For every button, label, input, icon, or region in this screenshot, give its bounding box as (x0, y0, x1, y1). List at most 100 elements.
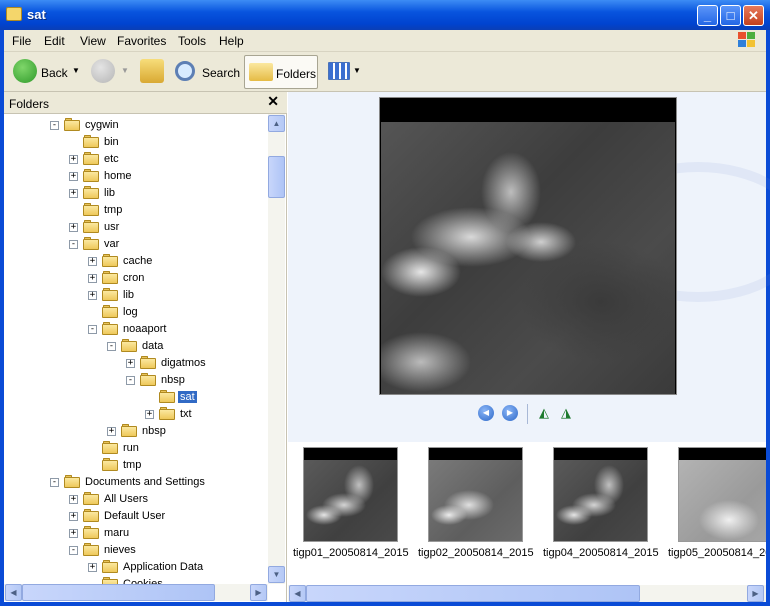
image-preview[interactable] (379, 97, 677, 395)
tree-node[interactable]: + cache (4, 253, 268, 270)
menu-help[interactable]: Help (219, 34, 244, 48)
tree-node[interactable]: sat (4, 389, 268, 406)
tree-node[interactable]: - noaaport (4, 321, 268, 338)
folder-icon (83, 237, 99, 250)
next-image-icon[interactable]: ▶ (502, 405, 518, 421)
expand-icon[interactable]: + (126, 359, 135, 368)
views-button[interactable]: ▼ (326, 55, 361, 89)
maximize-button[interactable]: □ (720, 5, 741, 26)
tree-node[interactable]: + home (4, 168, 268, 185)
rotate-counterclockwise-icon[interactable]: ◮ (557, 405, 575, 421)
tree-node[interactable]: - nbsp (4, 372, 268, 389)
back-dropdown-icon[interactable]: ▼ (72, 66, 80, 75)
filmstrip-scroll-thumb[interactable] (306, 585, 640, 602)
search-button[interactable]: Search (173, 55, 241, 89)
tree-node-label: usr (104, 221, 120, 233)
close-button[interactable]: ✕ (743, 5, 764, 26)
tree-node[interactable]: - nieves (4, 542, 268, 559)
menu-file[interactable]: File (12, 34, 31, 48)
tree-node[interactable]: bin (4, 134, 268, 151)
expand-icon[interactable]: + (88, 257, 97, 266)
tree-node[interactable]: + All Users (4, 491, 268, 508)
expand-icon[interactable]: + (69, 155, 78, 164)
expand-icon[interactable]: + (69, 495, 78, 504)
tree-node[interactable]: + etc (4, 151, 268, 168)
tree-node[interactable]: Cookies (4, 576, 268, 584)
expand-icon[interactable]: + (107, 427, 116, 436)
expand-icon[interactable]: + (69, 223, 78, 232)
tree-node[interactable]: + nbsp (4, 423, 268, 440)
menu-favorites[interactable]: Favorites (117, 34, 166, 48)
tree-vertical-scrollbar[interactable]: ▲ ▼ (268, 114, 285, 584)
collapse-icon[interactable]: - (126, 376, 135, 385)
scroll-left-icon[interactable]: ◀ (5, 584, 22, 601)
expand-icon[interactable]: + (69, 512, 78, 521)
tree-node[interactable]: + txt (4, 406, 268, 423)
filmstrip-thumbnail[interactable] (303, 447, 398, 542)
tree-scroll-thumb[interactable] (268, 156, 285, 198)
filmstrip-thumbnail[interactable] (553, 447, 648, 542)
collapse-icon[interactable]: - (69, 546, 78, 555)
tree-node[interactable]: - var (4, 236, 268, 253)
folder-icon (83, 492, 99, 505)
forward-dropdown-icon[interactable]: ▼ (121, 66, 129, 75)
scroll-up-icon[interactable]: ▲ (268, 115, 285, 132)
film-scroll-right-icon[interactable]: ▶ (747, 585, 764, 602)
expand-icon[interactable]: + (145, 410, 154, 419)
folder-icon (83, 526, 99, 539)
rotate-clockwise-icon[interactable]: ◭ (535, 405, 553, 421)
close-pane-icon[interactable]: ✕ (267, 93, 279, 110)
folder-icon (83, 135, 99, 148)
folder-icon (159, 390, 175, 403)
tree-node[interactable]: run (4, 440, 268, 457)
back-button[interactable]: Back ▼ (10, 55, 82, 89)
tree-node[interactable]: - data (4, 338, 268, 355)
image-viewer: ◀ ▶ ◭ ◮ tigp01_20050814_2015 tigp02_20050… (288, 92, 770, 602)
tree-node[interactable]: + digatmos (4, 355, 268, 372)
scroll-down-icon[interactable]: ▼ (268, 566, 285, 583)
tree-node[interactable]: + Default User (4, 508, 268, 525)
tree-node[interactable]: + cron (4, 270, 268, 287)
folder-icon (83, 203, 99, 216)
tree-node[interactable]: + Application Data (4, 559, 268, 576)
collapse-icon[interactable]: - (50, 121, 59, 130)
filmstrip-thumbnail[interactable] (428, 447, 523, 542)
expand-icon[interactable]: + (69, 529, 78, 538)
filmstrip-horizontal-scrollbar[interactable]: ◀ ▶ (288, 585, 766, 602)
tree-horizontal-scrollbar[interactable]: ◀ ▶ (4, 584, 268, 601)
expand-icon[interactable]: + (88, 274, 97, 283)
tree-node[interactable]: tmp (4, 457, 268, 474)
folders-button[interactable]: Folders (244, 55, 318, 89)
tree-node[interactable]: + usr (4, 219, 268, 236)
tree-node-label: tmp (104, 204, 123, 216)
collapse-icon[interactable]: - (107, 342, 116, 351)
up-button[interactable] (138, 55, 166, 89)
collapse-icon[interactable]: - (50, 478, 59, 487)
tree-node[interactable]: + lib (4, 287, 268, 304)
folder-icon (83, 543, 99, 556)
collapse-icon[interactable]: - (69, 240, 78, 249)
expand-icon[interactable]: + (88, 291, 97, 300)
forward-button[interactable]: ▼ (88, 55, 130, 89)
tree-node[interactable]: - Documents and Settings (4, 474, 268, 491)
tree-node[interactable]: log (4, 304, 268, 321)
menu-view[interactable]: View (80, 34, 106, 48)
tree-node[interactable]: - cygwin (4, 117, 268, 134)
expand-icon[interactable]: + (69, 189, 78, 198)
collapse-icon[interactable]: - (88, 325, 97, 334)
tree-hscroll-thumb[interactable] (22, 584, 215, 601)
menu-edit[interactable]: Edit (44, 34, 65, 48)
film-scroll-left-icon[interactable]: ◀ (289, 585, 306, 602)
menu-tools[interactable]: Tools (178, 34, 206, 48)
tree-node[interactable]: + maru (4, 525, 268, 542)
tree-node[interactable]: + lib (4, 185, 268, 202)
scroll-right-icon[interactable]: ▶ (250, 584, 267, 601)
title-bar[interactable]: sat _ □ ✕ (0, 0, 770, 30)
expand-icon[interactable]: + (69, 172, 78, 181)
views-dropdown-icon[interactable]: ▼ (353, 66, 361, 75)
tree-node[interactable]: tmp (4, 202, 268, 219)
previous-image-icon[interactable]: ◀ (478, 405, 494, 421)
filmstrip-thumbnail[interactable] (678, 447, 766, 542)
expand-icon[interactable]: + (88, 563, 97, 572)
minimize-button[interactable]: _ (697, 5, 718, 26)
